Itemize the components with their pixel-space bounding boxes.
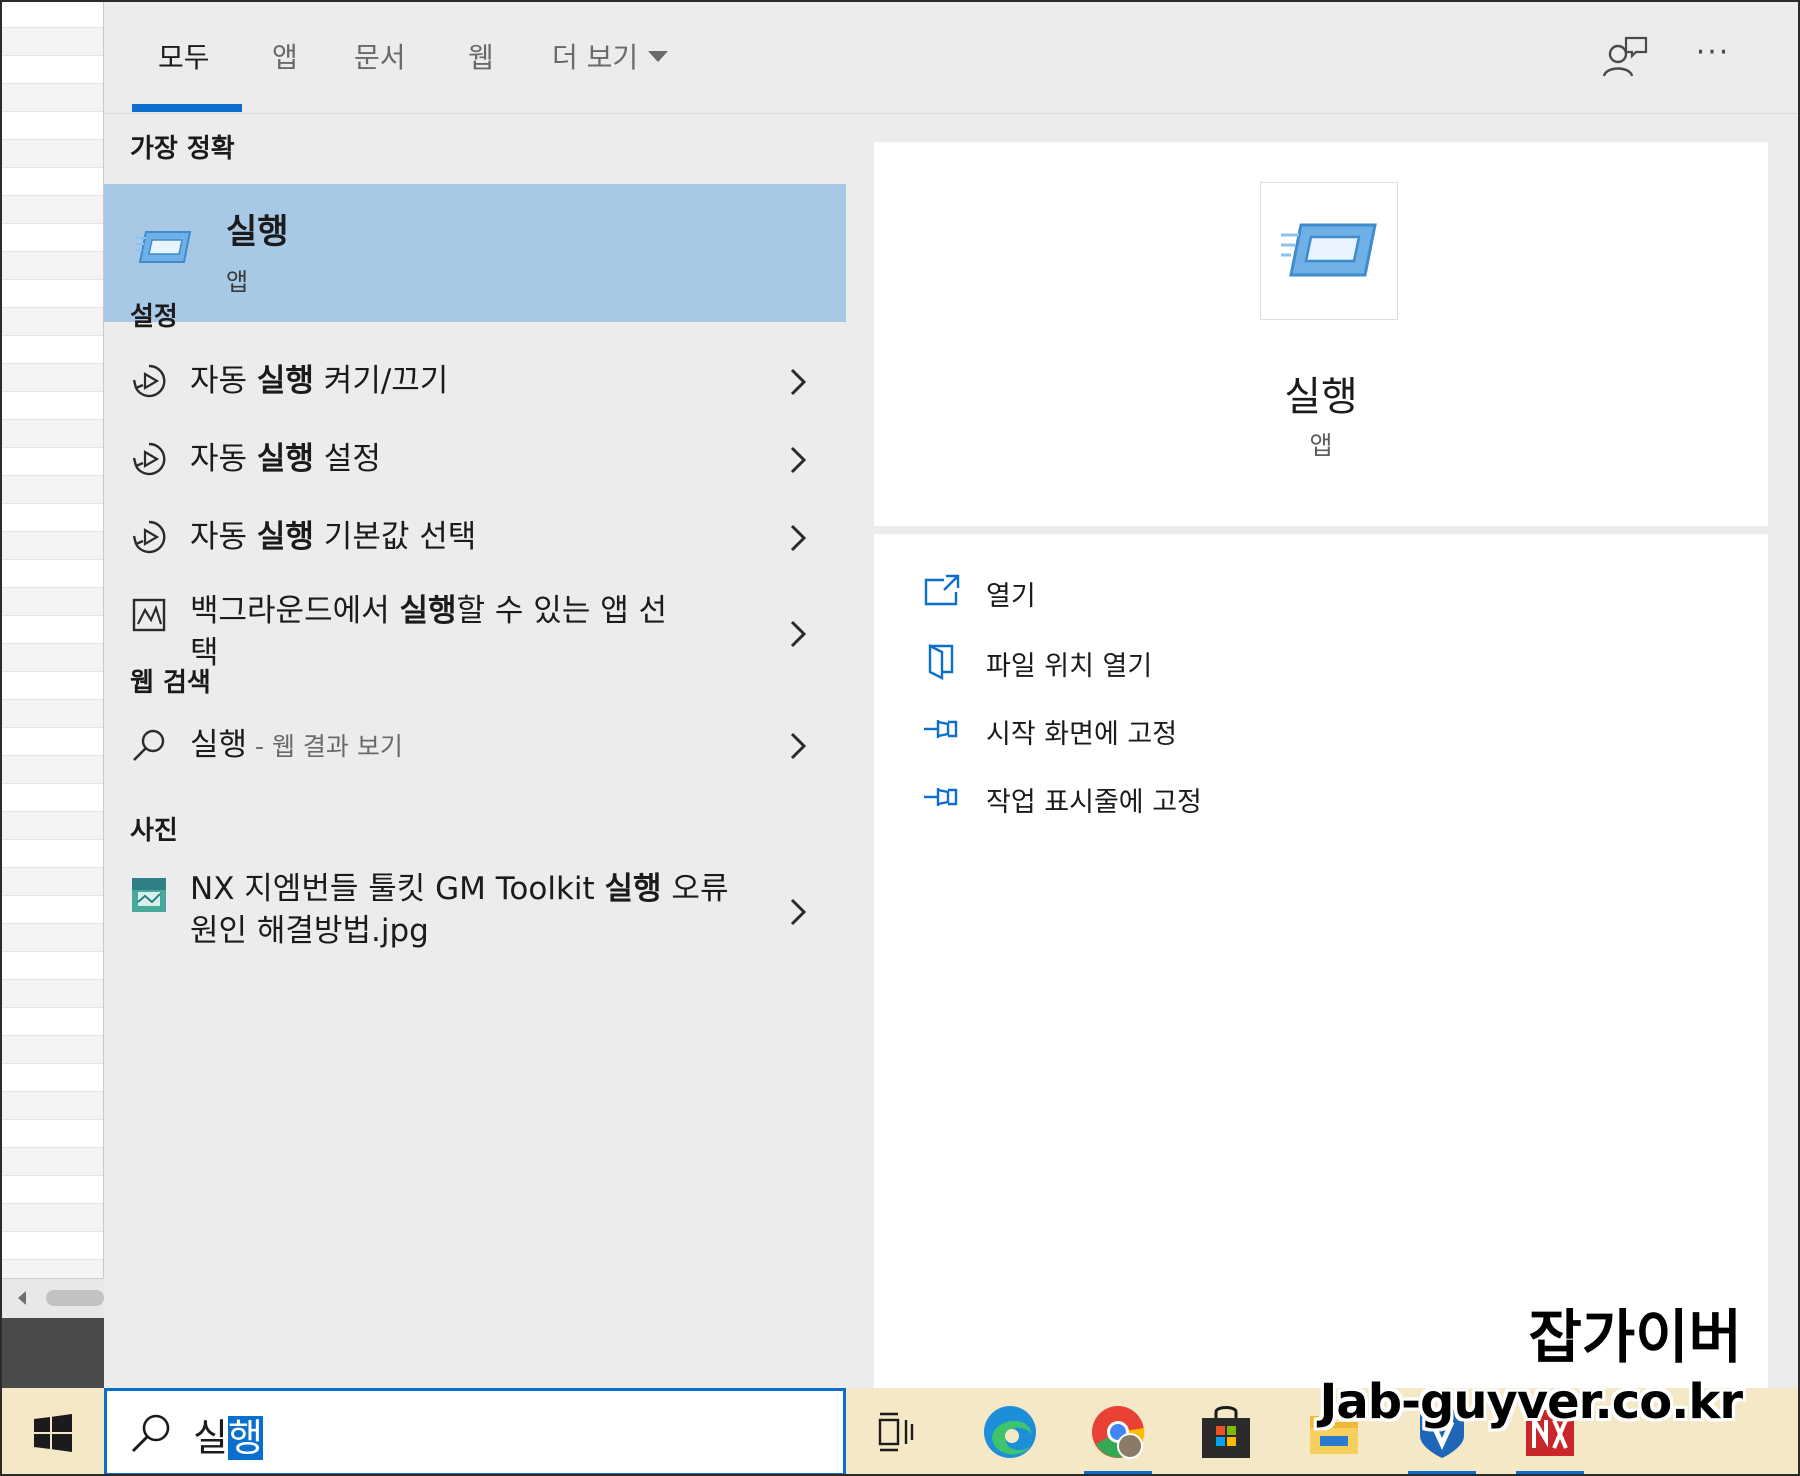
photo-result-label: NX 지엠번들 툴킷 GM Toolkit 실행 오류 원인 해결방법.jpg bbox=[190, 871, 729, 949]
task-view-icon bbox=[878, 1412, 914, 1452]
best-match-heading: 가장 정확 bbox=[130, 134, 235, 164]
action-pin-to-start[interactable]: 시작 화면에 고정 bbox=[922, 706, 1522, 756]
best-match-type: 앱 bbox=[226, 268, 249, 296]
background-apps-icon bbox=[132, 598, 166, 632]
edge-icon bbox=[984, 1406, 1036, 1458]
file-location-icon bbox=[928, 644, 954, 680]
watermark: 잡가이버 Jab-guyver.co.kr bbox=[1319, 1290, 1743, 1430]
chevron-right-icon bbox=[790, 446, 807, 474]
scroll-left-arrow-icon[interactable] bbox=[18, 1291, 26, 1305]
settings-heading: 설정 bbox=[130, 302, 178, 332]
running-indicator bbox=[1408, 1471, 1476, 1476]
action-label: 파일 위치 열기 bbox=[986, 651, 1153, 682]
tab-documents[interactable]: 문서 bbox=[354, 36, 406, 76]
settings-item-label: 자동 실행 설정 bbox=[190, 441, 381, 477]
best-match-title: 실행 bbox=[226, 212, 289, 252]
feedback-icon bbox=[1602, 36, 1648, 77]
search-icon bbox=[131, 1414, 170, 1453]
preview-title: 실행 bbox=[1284, 374, 1358, 420]
settings-item-label: 자동 실행 기본값 선택 bbox=[190, 519, 477, 555]
chevron-right-icon bbox=[790, 898, 807, 926]
chevron-right-icon bbox=[790, 732, 807, 760]
chevron-right-icon bbox=[790, 524, 807, 552]
preview-type: 앱 bbox=[1309, 431, 1333, 460]
settings-item-label: 백그라운드에서 실행할 수 있는 앱 선택 bbox=[190, 593, 668, 671]
more-options-button[interactable]: ··· bbox=[1688, 30, 1738, 76]
taskbar-chrome[interactable] bbox=[1074, 1388, 1162, 1476]
pin-icon bbox=[924, 788, 958, 806]
image-thumbnail-icon bbox=[132, 878, 166, 912]
taskbar-store[interactable] bbox=[1182, 1388, 1270, 1476]
settings-item-background-apps[interactable]: 백그라운드에서 실행할 수 있는 앱 선택 bbox=[104, 584, 846, 684]
search-panel: 모두 앱 문서 웹 더 보기 ··· 가장 정확 실행 앱 설정 자동 실행 켜… bbox=[104, 0, 1800, 1388]
preview-icon-box bbox=[1260, 182, 1398, 320]
action-label: 열기 bbox=[986, 581, 1036, 612]
web-search-result[interactable]: 실행 - 웹 결과 보기 bbox=[104, 714, 846, 778]
running-indicator bbox=[1516, 1471, 1584, 1476]
active-tab-indicator bbox=[132, 104, 242, 112]
search-icon bbox=[133, 729, 165, 761]
settings-item-autoplay-defaults[interactable]: 자동 실행 기본값 선택 bbox=[104, 506, 846, 570]
tab-apps[interactable]: 앱 bbox=[272, 36, 298, 76]
preview-actions: 열기 파일 위치 열기 시작 화면에 고정 작업 표시줄에 고정 bbox=[874, 534, 1768, 1388]
action-open[interactable]: 열기 bbox=[922, 568, 1522, 618]
chevron-right-icon bbox=[790, 620, 807, 648]
feedback-button[interactable] bbox=[1600, 34, 1650, 80]
background-window-footer bbox=[0, 1318, 104, 1388]
chrome-icon bbox=[1092, 1406, 1145, 1459]
background-window bbox=[0, 0, 104, 1388]
selected-text: 행 bbox=[227, 1416, 263, 1460]
best-match-result[interactable]: 실행 앱 bbox=[104, 184, 846, 322]
scrollbar-thumb[interactable] bbox=[46, 1290, 104, 1306]
action-open-file-location[interactable]: 파일 위치 열기 bbox=[922, 638, 1522, 688]
results-list: 가장 정확 실행 앱 설정 자동 실행 켜기/끄기 자동 실행 설정 자동 실행… bbox=[104, 114, 846, 1388]
start-button[interactable] bbox=[0, 1388, 104, 1476]
autoplay-icon bbox=[132, 442, 166, 476]
open-icon bbox=[924, 574, 960, 606]
tab-more-label: 더 보기 bbox=[552, 41, 639, 74]
caret-down-icon bbox=[648, 50, 669, 62]
tab-web[interactable]: 웹 bbox=[468, 36, 494, 76]
tab-all[interactable]: 모두 bbox=[158, 36, 210, 76]
pin-icon bbox=[924, 720, 958, 738]
background-scrollbar[interactable] bbox=[0, 1278, 104, 1318]
store-icon bbox=[1202, 1406, 1250, 1458]
autoplay-icon bbox=[132, 364, 166, 398]
web-search-heading: 웹 검색 bbox=[130, 668, 211, 698]
search-query-text: 실행 bbox=[193, 1407, 263, 1462]
typed-text: 실 bbox=[193, 1416, 228, 1460]
preview-card: 실행 앱 bbox=[874, 142, 1768, 526]
action-label: 작업 표시줄에 고정 bbox=[986, 787, 1202, 818]
watermark-title: 잡가이버 bbox=[1528, 1303, 1742, 1371]
action-pin-to-taskbar[interactable]: 작업 표시줄에 고정 bbox=[922, 774, 1522, 824]
autoplay-icon bbox=[132, 520, 166, 554]
taskbar-edge[interactable] bbox=[966, 1388, 1054, 1476]
taskbar-search-input[interactable]: 실행 bbox=[104, 1388, 846, 1476]
settings-item-autoplay-toggle[interactable]: 자동 실행 켜기/끄기 bbox=[104, 350, 846, 414]
task-view-button[interactable] bbox=[858, 1388, 946, 1476]
photo-result[interactable]: NX 지엠번들 툴킷 GM Toolkit 실행 오류 원인 해결방법.jpg bbox=[104, 860, 846, 964]
watermark-url: Jab-guyver.co.kr bbox=[1319, 1374, 1743, 1430]
tab-more[interactable]: 더 보기 bbox=[552, 36, 669, 76]
photos-heading: 사진 bbox=[130, 816, 178, 846]
windows-logo-icon bbox=[34, 1414, 72, 1452]
action-label: 시작 화면에 고정 bbox=[986, 719, 1178, 750]
preview-pane: 실행 앱 열기 파일 위치 열기 시작 화면에 고정 작업 표시줄에 고정 bbox=[846, 114, 1800, 1388]
web-search-label: 실행 - 웹 결과 보기 bbox=[190, 727, 403, 763]
settings-item-autoplay-settings[interactable]: 자동 실행 설정 bbox=[104, 428, 846, 492]
chevron-right-icon bbox=[790, 368, 807, 396]
search-tab-bar: 모두 앱 문서 웹 더 보기 ··· bbox=[104, 0, 1800, 114]
run-app-icon bbox=[136, 231, 192, 263]
settings-item-label: 자동 실행 켜기/끄기 bbox=[190, 363, 449, 399]
running-indicator bbox=[1084, 1471, 1152, 1476]
run-app-icon bbox=[1281, 223, 1377, 277]
